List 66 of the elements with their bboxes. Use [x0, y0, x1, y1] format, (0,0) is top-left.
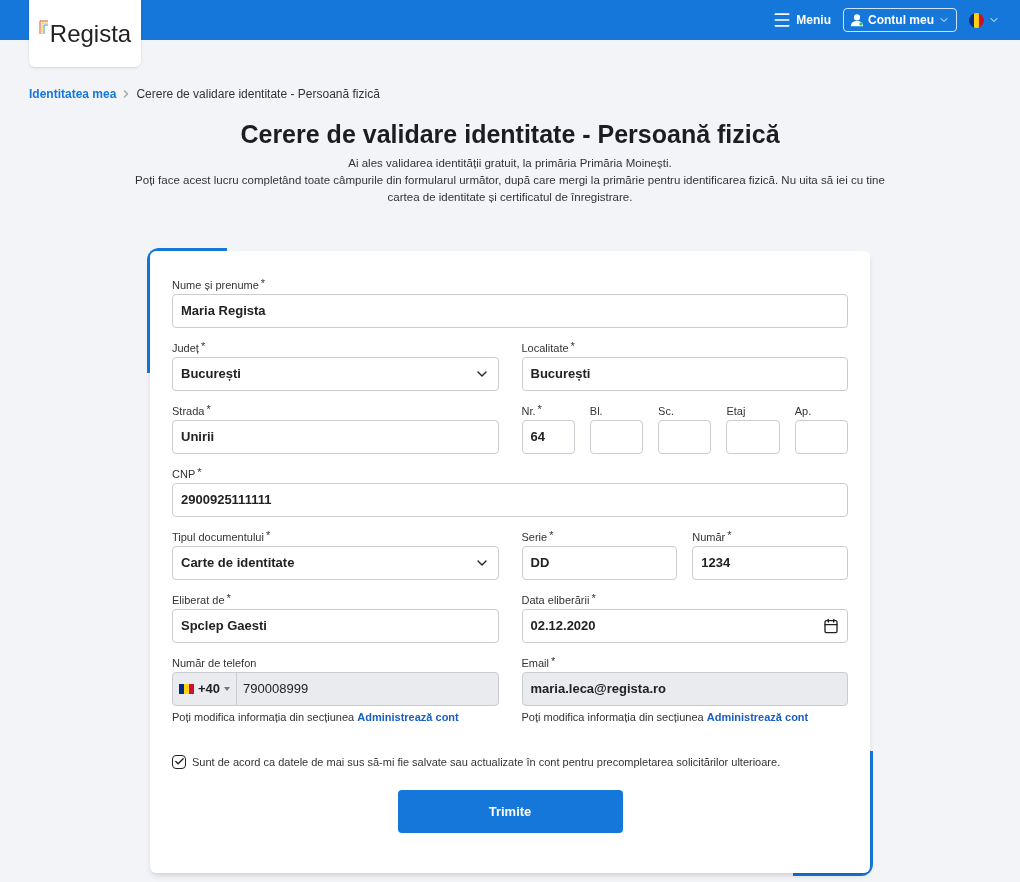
field-label: Localitate: [521, 342, 569, 354]
select-field[interactable]: București: [172, 357, 499, 391]
field-label: Data eliberării: [521, 594, 590, 606]
flag-icon: [969, 12, 984, 28]
field-label: Nr.: [521, 405, 536, 417]
required-mark: *: [570, 342, 575, 351]
input-field[interactable]: Maria Regista: [172, 294, 848, 328]
logo-mark-icon: [38, 18, 49, 36]
breadcrumb-current: Cerere de validare identitate - Persoană fizică: [136, 85, 380, 103]
intro-text: Poți face acest lucru completând toate câmpurile din formularul următor, după care mergi la primărie pentru identificarea fizică. Nu uita să iei cu tine cartea de identitate și certificatul de înregistrare.: [134, 173, 886, 205]
flag-icon: [179, 684, 194, 694]
select-field[interactable]: Carte de identitate: [172, 546, 499, 580]
required-mark: *: [549, 531, 554, 540]
calendar-icon: [823, 618, 839, 634]
logo-text: Regista: [49, 18, 132, 49]
input-field[interactable]: [794, 420, 848, 454]
field-label: CNP: [172, 468, 196, 480]
required-mark: *: [260, 279, 266, 288]
language-button[interactable]: [969, 12, 1000, 28]
field-label: Tipul documentului: [172, 531, 264, 543]
phone-value: 790008999: [242, 680, 310, 699]
input-field[interactable]: Spclep Gaesti: [172, 609, 499, 643]
user-icon: [850, 13, 864, 27]
breadcrumb-link[interactable]: Identitatea mea: [29, 84, 117, 103]
input-field[interactable]: DD: [521, 546, 678, 580]
required-mark: *: [591, 594, 596, 603]
required-mark: *: [727, 531, 732, 540]
consent-checkbox[interactable]: [172, 754, 186, 769]
required-mark: *: [200, 342, 206, 351]
field-label: Ap.: [794, 405, 812, 417]
intro-text: Ai ales validarea identității gratuit, la primăria Primăria Moinești.: [348, 156, 672, 171]
field-label: Bl.: [589, 405, 603, 417]
required-mark: *: [265, 531, 271, 540]
field-note: Poți modifica informația din secțiunea: [521, 711, 705, 723]
field-label: Număr: [692, 531, 726, 543]
required-mark: *: [537, 405, 542, 414]
input-field[interactable]: Unirii: [172, 420, 499, 454]
field-label: Strada: [172, 405, 205, 417]
field-label: Email: [521, 657, 549, 669]
required-mark: *: [206, 405, 211, 414]
field-label: Serie: [521, 531, 548, 543]
input-field[interactable]: București: [521, 357, 848, 391]
input-field[interactable]: [658, 420, 712, 454]
field-label: Nume și prenume: [172, 279, 259, 291]
submit-button[interactable]: Trimite: [397, 790, 623, 833]
field-label: Etaj: [726, 405, 746, 417]
input-field[interactable]: 64: [521, 420, 575, 454]
required-mark: *: [226, 594, 231, 603]
input-field[interactable]: 1234: [692, 546, 848, 580]
dropdown-caret-icon: [224, 687, 231, 691]
logo-card[interactable]: Regista: [29, 0, 141, 67]
required-mark: *: [551, 657, 556, 666]
field-label: Număr de telefon: [172, 657, 257, 669]
input-field[interactable]: [726, 420, 780, 454]
field-label: Județ: [172, 342, 199, 354]
required-mark: *: [197, 468, 202, 477]
field-label: Sc.: [658, 405, 674, 417]
input-field[interactable]: 2900925111111: [172, 483, 848, 517]
page-title: Cerere de validare identitate - Persoană fizică: [239, 119, 781, 149]
account-button[interactable]: Contul meu: [843, 8, 957, 32]
field-label: Eliberat de: [172, 594, 225, 606]
date-field[interactable]: 02.12.2020: [521, 609, 848, 643]
consent-label: Sunt de acord ca datele de mai sus să-mi fie salvate sau actualizate în cont pentru precompletarea solicitărilor ulterioare.: [192, 754, 781, 770]
field-note: Poți modifica informația din secțiunea: [172, 711, 356, 723]
input-field[interactable]: [589, 420, 644, 454]
menu-button[interactable]: Meniu: [772, 10, 831, 30]
